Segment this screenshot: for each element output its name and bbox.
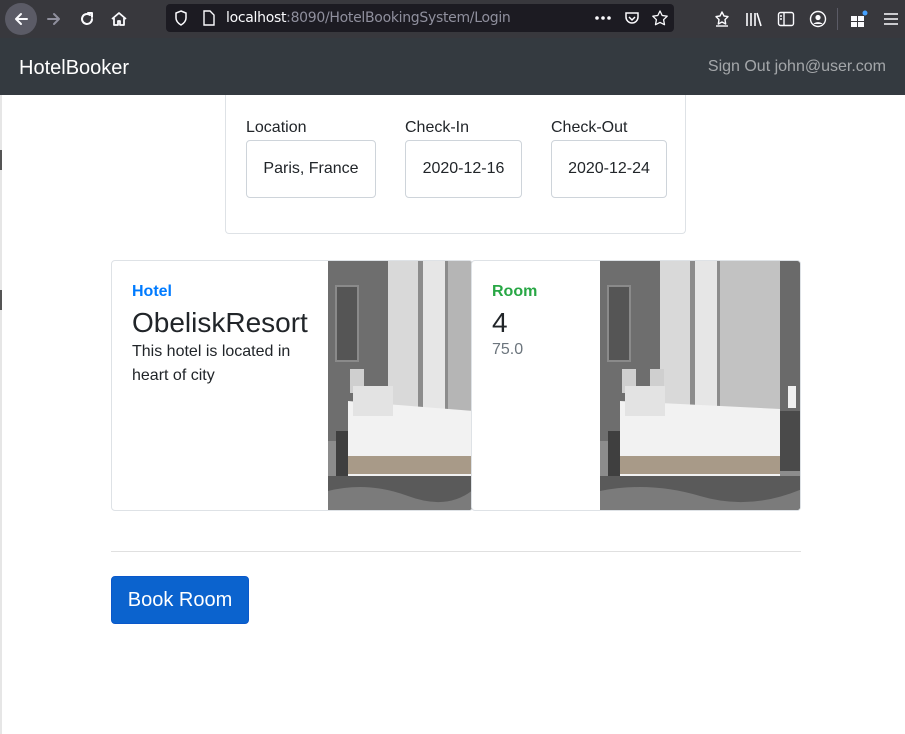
url-text[interactable]: localhost:8090/HotelBookingSystem/Login <box>226 10 511 26</box>
address-bar[interactable]: localhost:8090/HotelBookingSystem/Login <box>166 4 674 32</box>
hotel-subtitle: Hotel <box>132 283 172 300</box>
reload-icon[interactable] <box>71 3 103 35</box>
brand-link[interactable]: HotelBooker <box>19 57 129 80</box>
library-icon[interactable] <box>743 8 765 30</box>
home-icon[interactable] <box>103 3 135 35</box>
room-number: 4 <box>492 307 508 338</box>
location-field[interactable]: Paris, France <box>246 140 376 198</box>
hotel-card: Hotel ObeliskResort This hotel is locate… <box>111 260 473 511</box>
url-host: localhost <box>226 10 287 26</box>
back-icon[interactable] <box>5 3 37 35</box>
book-room-button[interactable]: Book Room <box>111 576 249 624</box>
room-photo <box>600 261 800 510</box>
shield-icon[interactable] <box>170 7 192 29</box>
checkin-label: Check-In <box>405 119 470 136</box>
window-edge <box>0 95 2 734</box>
bookmarks-toolbar-icon[interactable] <box>711 8 733 30</box>
room-card-body: Room 4 75.0 <box>492 283 537 359</box>
window-edge-mark <box>0 150 2 170</box>
signout-link[interactable]: Sign Out john@user.com <box>708 58 886 76</box>
menu-icon[interactable] <box>880 8 902 30</box>
hotel-photo <box>328 261 472 510</box>
checkout-field[interactable]: 2020-12-24 <box>551 140 667 198</box>
app-navbar: HotelBooker Sign Out john@user.com <box>0 38 905 95</box>
window-edge-mark <box>0 290 2 310</box>
bookmark-star-icon[interactable] <box>649 7 671 29</box>
checkin-field[interactable]: 2020-12-16 <box>405 140 522 198</box>
more-icon[interactable] <box>592 7 614 29</box>
browser-toolbar: localhost:8090/HotelBookingSystem/Login <box>0 0 905 38</box>
checkout-label: Check-Out <box>551 119 628 136</box>
extensions-icon[interactable] <box>848 8 870 30</box>
section-divider <box>111 551 801 552</box>
page-icon <box>198 7 220 29</box>
url-path: :8090/HotelBookingSystem/Login <box>286 10 511 26</box>
account-icon[interactable] <box>807 8 829 30</box>
hotel-card-body: Hotel ObeliskResort This hotel is locate… <box>132 283 308 388</box>
hotel-name: ObeliskResort <box>132 307 308 338</box>
pocket-icon[interactable] <box>621 7 643 29</box>
search-card: Location Paris, France Check-In 2020-12-… <box>225 95 686 234</box>
forward-icon[interactable] <box>38 3 70 35</box>
room-price: 75.0 <box>492 341 524 359</box>
sidebar-icon[interactable] <box>775 8 797 30</box>
room-subtitle: Room <box>492 283 538 300</box>
location-label: Location <box>246 119 307 136</box>
room-card: Room 4 75.0 <box>471 260 801 511</box>
hotel-description: This hotel is located in heart of city <box>132 343 291 385</box>
toolbar-separator <box>837 8 838 30</box>
